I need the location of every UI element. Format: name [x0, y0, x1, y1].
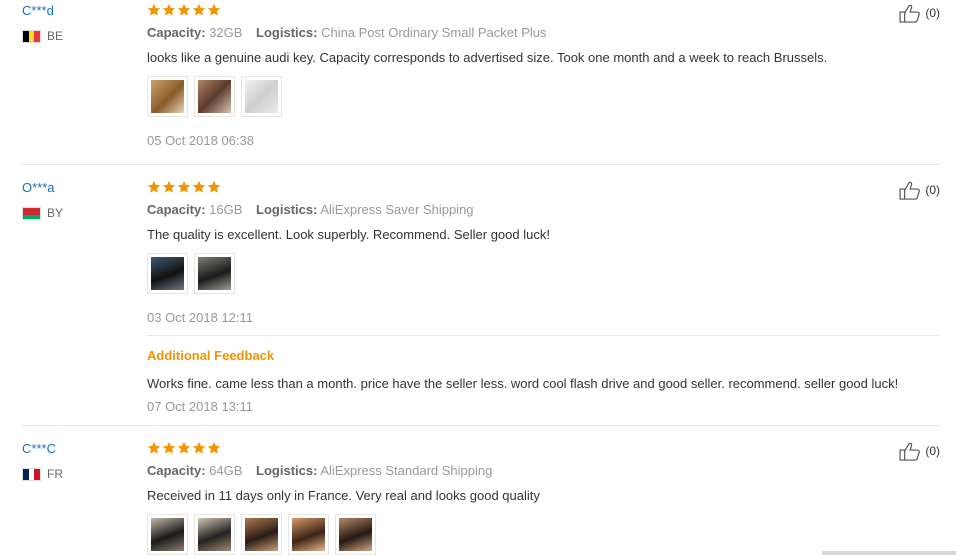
reviewer-name[interactable]: C***d	[22, 3, 54, 18]
review-date: 03 Oct 2018 12:11	[147, 310, 254, 325]
review-photo[interactable]	[241, 76, 282, 117]
helpful-count: (0)	[925, 444, 940, 458]
review-photo[interactable]	[147, 253, 188, 294]
helpful-count: (0)	[925, 6, 940, 20]
star-icon	[177, 180, 191, 194]
logistics-label: Logistics:	[256, 202, 318, 217]
logistics-label: Logistics:	[256, 463, 318, 478]
star-icon	[162, 180, 176, 194]
review-photo[interactable]	[147, 514, 188, 555]
capacity-value: 16GB	[209, 202, 243, 217]
logistics-value: AliExpress Saver Shipping	[320, 202, 474, 217]
review-photo[interactable]	[194, 514, 235, 555]
thumbs-up-icon	[899, 442, 921, 461]
reviewer-name[interactable]: O***a	[22, 180, 55, 195]
review-photo[interactable]	[335, 514, 376, 555]
review-date: 05 Oct 2018 06:38	[147, 133, 254, 148]
star-rating	[147, 180, 221, 194]
reviewer-country: FR	[22, 467, 63, 481]
additional-feedback-title: Additional Feedback	[147, 348, 275, 363]
order-info: Capacity: 64GB Logistics: AliExpress Sta…	[147, 463, 492, 478]
flag-be-icon	[22, 29, 41, 43]
flag-fr-icon	[22, 467, 41, 481]
logistics-value: China Post Ordinary Small Packet Plus	[321, 25, 547, 40]
review-photo[interactable]	[147, 76, 188, 117]
capacity-label: Capacity:	[147, 202, 206, 217]
review-photo[interactable]	[288, 514, 329, 555]
star-icon	[192, 3, 206, 17]
review-photos	[147, 253, 235, 294]
review-text: Received in 11 days only in France. Very…	[147, 488, 540, 503]
star-icon	[177, 441, 191, 455]
helpful-button[interactable]: (0)	[899, 3, 940, 23]
helpful-count: (0)	[925, 183, 940, 197]
logistics-value: AliExpress Standard Shipping	[320, 463, 493, 478]
thumbs-up-icon	[899, 181, 921, 200]
star-icon	[207, 441, 221, 455]
capacity-label: Capacity:	[147, 463, 206, 478]
review-photo[interactable]	[194, 253, 235, 294]
thumbs-up-icon	[899, 4, 921, 23]
country-code: BE	[47, 29, 64, 43]
capacity-value: 64GB	[209, 463, 243, 478]
order-info: Capacity: 16GB Logistics: AliExpress Sav…	[147, 202, 474, 217]
star-icon	[147, 180, 161, 194]
reviewer-country: BE	[22, 29, 63, 43]
review-photo[interactable]	[241, 514, 282, 555]
country-code: FR	[47, 467, 63, 481]
star-icon	[207, 3, 221, 17]
review-photos	[147, 514, 376, 555]
review-text: The quality is excellent. Look superbly.…	[147, 227, 550, 242]
helpful-button[interactable]: (0)	[899, 180, 940, 200]
country-code: BY	[47, 206, 64, 220]
review-photo[interactable]	[194, 76, 235, 117]
reviewer-country: BY	[22, 206, 63, 220]
horizontal-scrollbar[interactable]	[822, 551, 956, 555]
order-info: Capacity: 32GB Logistics: China Post Ord…	[147, 25, 547, 40]
capacity-value: 32GB	[209, 25, 243, 40]
capacity-label: Capacity:	[147, 25, 206, 40]
star-icon	[162, 3, 176, 17]
logistics-label: Logistics:	[256, 25, 318, 40]
star-rating	[147, 3, 221, 17]
review-photos	[147, 76, 282, 117]
reviewer-name[interactable]: C***C	[22, 441, 56, 456]
star-icon	[147, 441, 161, 455]
review-divider	[22, 164, 940, 165]
additional-feedback-text: Works fine. came less than a month. pric…	[147, 376, 899, 391]
star-icon	[192, 180, 206, 194]
star-icon	[192, 441, 206, 455]
flag-by-icon	[22, 206, 41, 220]
review-divider	[22, 425, 940, 426]
feedback-divider	[147, 335, 940, 336]
review-text: looks like a genuine audi key. Capacity …	[147, 50, 828, 65]
star-icon	[177, 3, 191, 17]
star-icon	[147, 3, 161, 17]
star-icon	[162, 441, 176, 455]
helpful-button[interactable]: (0)	[899, 441, 940, 461]
star-icon	[207, 180, 221, 194]
additional-feedback-date: 07 Oct 2018 13:11	[147, 399, 254, 414]
star-rating	[147, 441, 221, 455]
